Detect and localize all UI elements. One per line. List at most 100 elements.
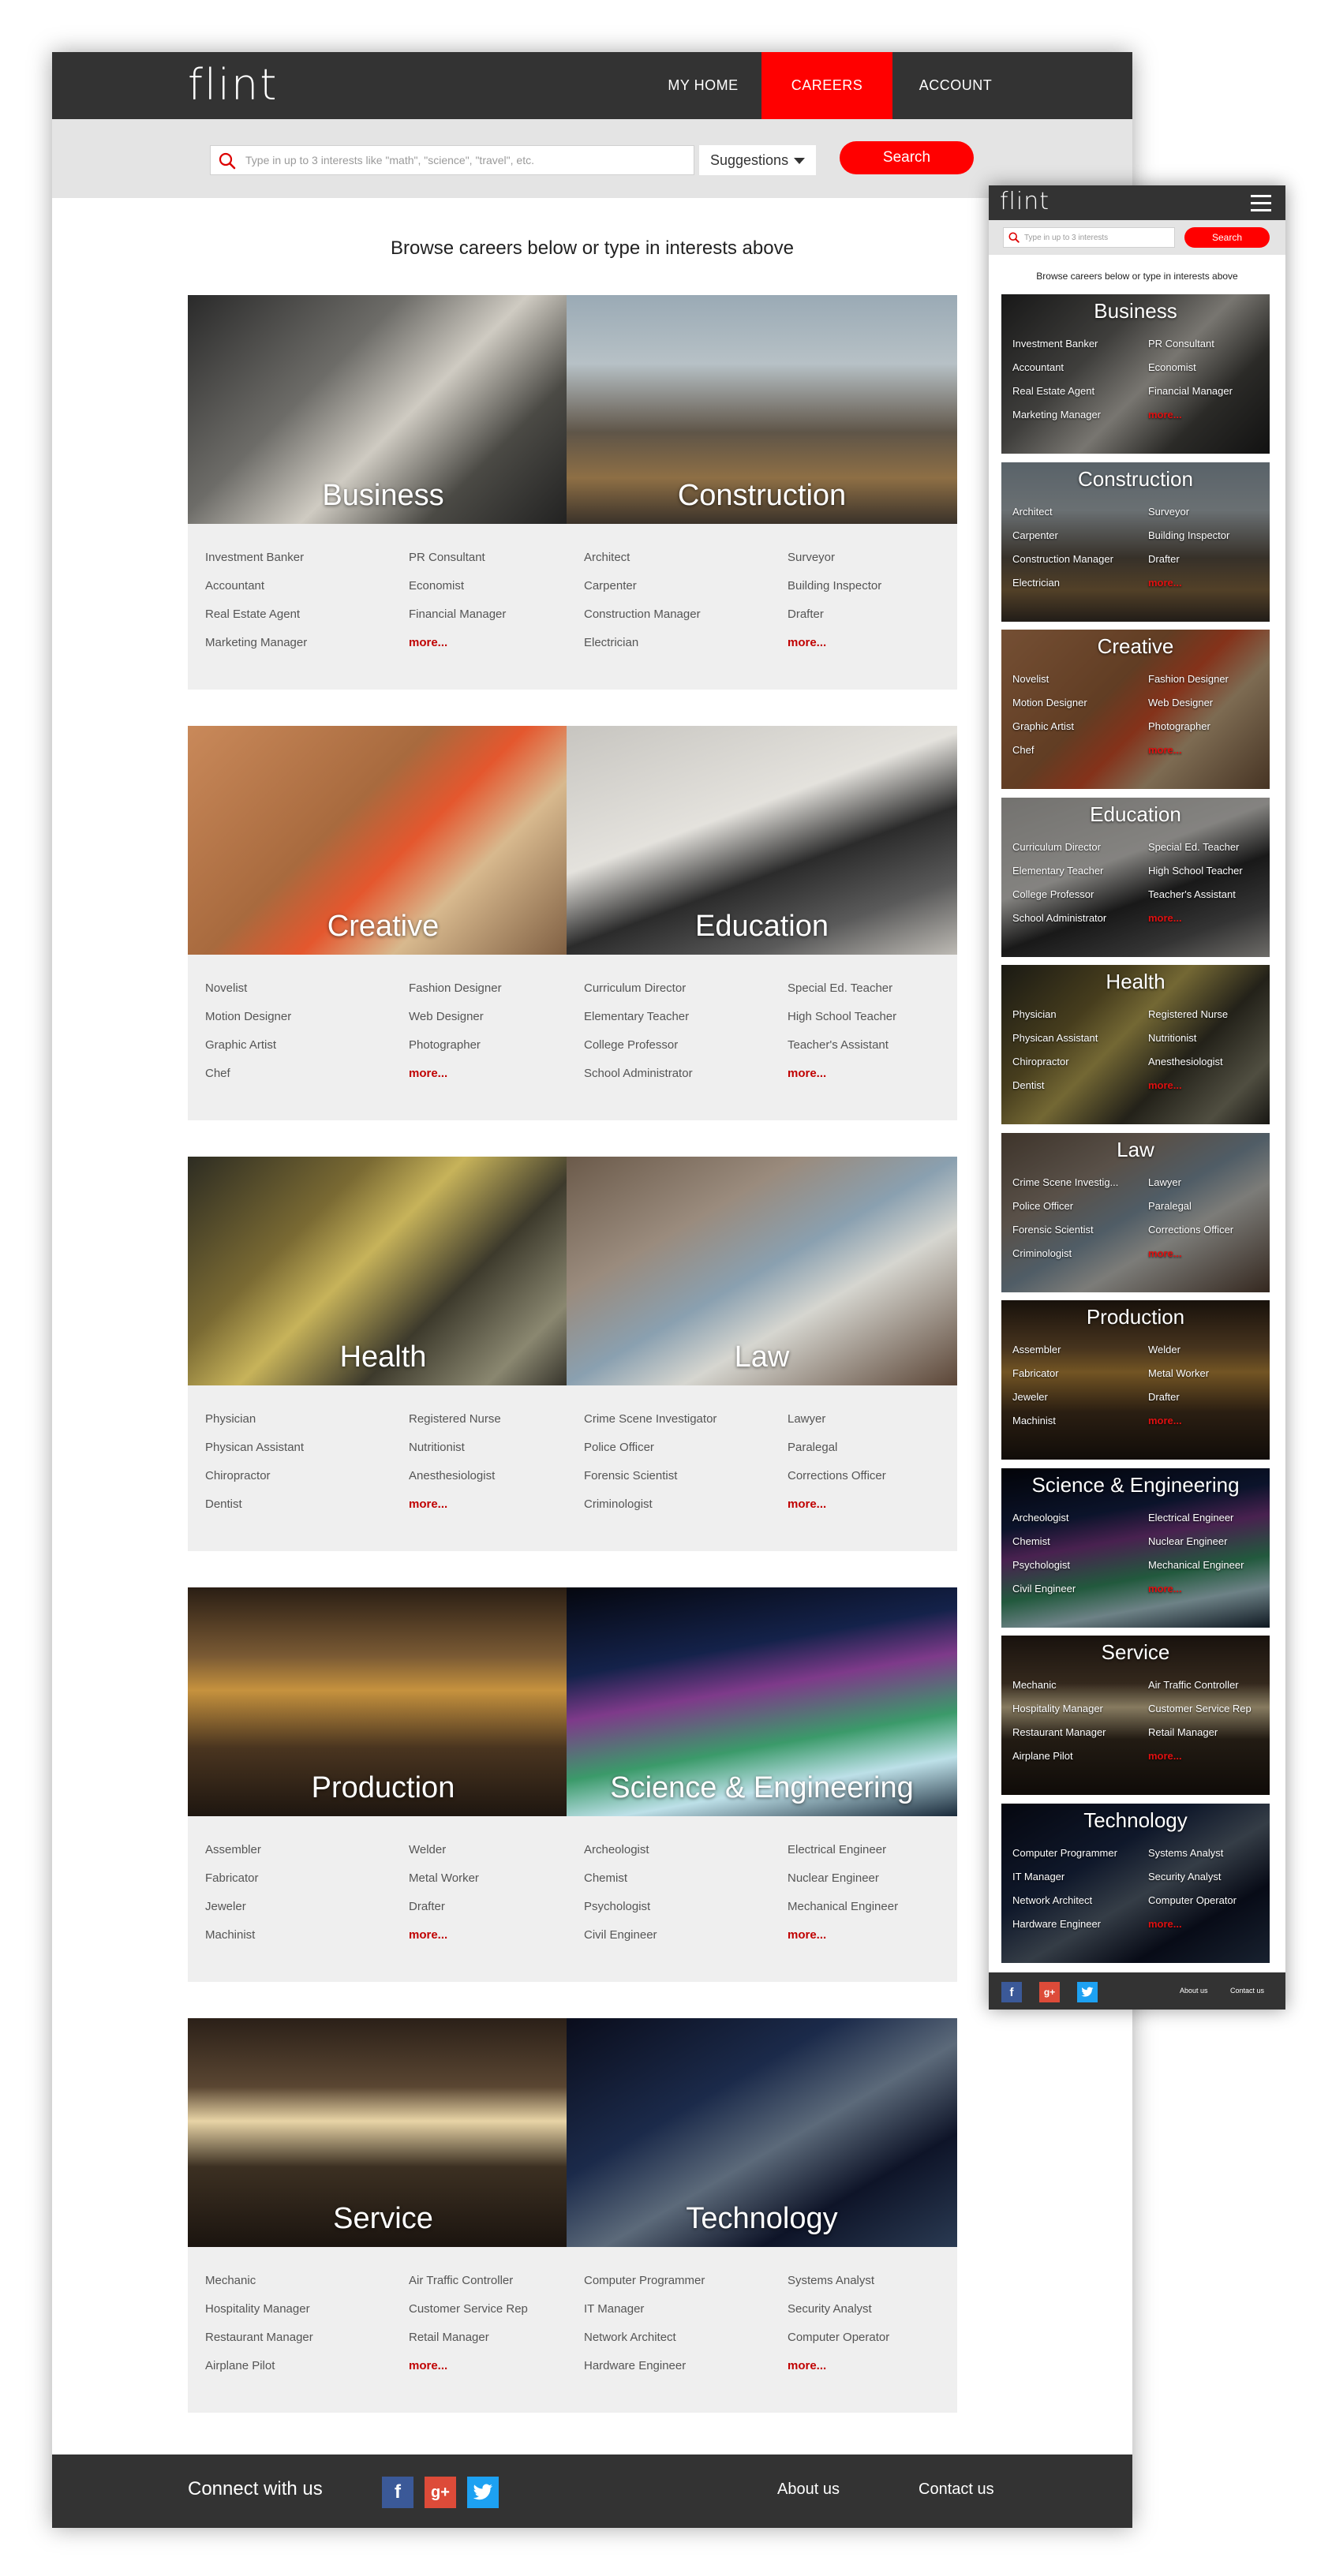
career-link[interactable]: Construction Manager	[584, 608, 701, 636]
career-link[interactable]: Drafter	[788, 608, 881, 636]
career-link[interactable]: Elementary Teacher	[584, 1010, 693, 1038]
career-link[interactable]: PR Consultant	[1148, 338, 1233, 362]
search-field[interactable]	[210, 145, 694, 175]
career-link[interactable]: Air Traffic Controller	[1148, 1680, 1252, 1703]
career-link[interactable]: Archeologist	[1012, 1512, 1076, 1536]
more-link[interactable]: more...	[1148, 1583, 1244, 1607]
about-us-link[interactable]: About us	[777, 2481, 840, 2499]
career-link[interactable]: Graphic Artist	[1012, 721, 1087, 745]
more-link[interactable]: more...	[788, 636, 881, 664]
career-link[interactable]: Special Ed. Teacher	[1148, 842, 1243, 866]
career-card-education[interactable]: Education Curriculum Director Elementary …	[567, 726, 957, 1120]
career-card-health[interactable]: Health Physician Physican Assistant Chirop…	[188, 1157, 578, 1551]
career-link[interactable]: Teacher's Assistant	[788, 1038, 896, 1067]
career-link[interactable]: Forensic Scientist	[584, 1469, 717, 1497]
career-link[interactable]: Novelist	[1012, 674, 1087, 697]
more-link[interactable]: more...	[1148, 1919, 1237, 1942]
mobile-career-title[interactable]: Law	[1001, 1138, 1270, 1162]
career-link[interactable]: Psychologist	[1012, 1560, 1076, 1583]
career-link[interactable]: Welder	[409, 1843, 479, 1871]
career-link[interactable]: Construction Manager	[1012, 554, 1113, 578]
career-card-science-and-engineering[interactable]: Science & Engineering Archeologist Chemis…	[567, 1587, 957, 1982]
career-card-business[interactable]: Business Investment Banker Accountant Real…	[188, 295, 578, 690]
more-link[interactable]: more...	[1148, 578, 1229, 601]
career-link[interactable]: Photographer	[1148, 721, 1229, 745]
more-link[interactable]: more...	[1148, 409, 1233, 433]
career-card-service[interactable]: Service Mechanic Hospitality Manager Resta…	[188, 2018, 578, 2413]
nav-account[interactable]: ACCOUNT	[892, 52, 1019, 119]
career-title[interactable]: Production	[188, 1771, 578, 1805]
career-link[interactable]: Lawyer	[788, 1412, 886, 1441]
career-link[interactable]: School Administrator	[1012, 913, 1106, 937]
mobile-career-title[interactable]: Production	[1001, 1305, 1270, 1329]
career-link[interactable]: Registered Nurse	[1148, 1009, 1228, 1033]
career-link[interactable]: Computer Operator	[1148, 1895, 1237, 1919]
career-link[interactable]: Dentist	[205, 1497, 304, 1526]
career-link[interactable]: Electrician	[584, 636, 701, 664]
mobile-career-card-construction[interactable]: Construction Architect Carpenter Construct…	[1001, 462, 1270, 622]
career-link[interactable]: Economist	[409, 579, 506, 608]
twitter-icon[interactable]	[1077, 1982, 1098, 2002]
more-link[interactable]: more...	[788, 1067, 896, 1095]
twitter-icon[interactable]	[467, 2477, 499, 2508]
career-image-business[interactable]: Business	[188, 295, 578, 524]
career-link[interactable]: Dentist	[1012, 1080, 1098, 1104]
career-link[interactable]: Systems Analyst	[1148, 1848, 1237, 1871]
career-card-production[interactable]: Production Assembler Fabricator Jeweler Mac…	[188, 1587, 578, 1982]
career-link[interactable]: Restaurant Manager	[1012, 1727, 1106, 1751]
career-link[interactable]: Computer Programmer	[584, 2274, 705, 2302]
career-link[interactable]: Physican Assistant	[1012, 1033, 1098, 1056]
career-link[interactable]: Motion Designer	[1012, 697, 1087, 721]
career-link[interactable]: Accountant	[1012, 362, 1101, 386]
career-link[interactable]: Fashion Designer	[409, 981, 502, 1010]
career-link[interactable]: Building Inspector	[1148, 530, 1229, 554]
contact-us-link[interactable]: Contact us	[919, 2481, 994, 2499]
career-link[interactable]: Nutritionist	[409, 1441, 501, 1469]
google-plus-icon[interactable]: g+	[425, 2477, 456, 2508]
career-image-technology[interactable]: Technology	[567, 2018, 957, 2247]
career-link[interactable]: Nuclear Engineer	[1148, 1536, 1244, 1560]
career-link[interactable]: Restaurant Manager	[205, 2331, 313, 2359]
career-link[interactable]: Architect	[584, 551, 701, 579]
suggestions-dropdown[interactable]: Suggestions	[699, 145, 816, 175]
career-link[interactable]: Crime Scene Investigator	[584, 1412, 717, 1441]
career-link[interactable]: Web Designer	[409, 1010, 502, 1038]
mobile-career-card-business[interactable]: Business Investment Banker Accountant Real…	[1001, 294, 1270, 454]
hamburger-menu-icon[interactable]	[1251, 195, 1271, 211]
career-link[interactable]: Economist	[1148, 362, 1233, 386]
career-link[interactable]: Drafter	[1148, 554, 1229, 578]
more-link[interactable]: more...	[409, 636, 506, 664]
career-link[interactable]: Retail Manager	[409, 2331, 528, 2359]
career-link[interactable]: Paralegal	[1148, 1201, 1233, 1224]
career-link[interactable]: Drafter	[409, 1900, 479, 1928]
career-link[interactable]: College Professor	[1012, 889, 1106, 913]
more-link[interactable]: more...	[409, 1067, 502, 1095]
career-link[interactable]: School Administrator	[584, 1067, 693, 1095]
career-link[interactable]: Corrections Officer	[1148, 1224, 1233, 1248]
more-link[interactable]: more...	[1148, 1415, 1209, 1439]
career-title[interactable]: Business	[188, 479, 578, 513]
career-link[interactable]: Fabricator	[205, 1871, 261, 1900]
mobile-career-card-technology[interactable]: Technology Computer Programmer IT Manager…	[1001, 1804, 1270, 1963]
career-link[interactable]: Surveyor	[1148, 507, 1229, 530]
career-link[interactable]: Electrical Engineer	[1148, 1512, 1244, 1536]
career-link[interactable]: Curriculum Director	[584, 981, 693, 1010]
career-link[interactable]: Paralegal	[788, 1441, 886, 1469]
mobile-contact-us-link[interactable]: Contact us	[1230, 1987, 1264, 1995]
career-link[interactable]: Customer Service Rep	[1148, 1703, 1252, 1727]
career-image-education[interactable]: Education	[567, 726, 957, 955]
career-link[interactable]: Marketing Manager	[1012, 409, 1101, 433]
nav-my-home[interactable]: MY HOME	[644, 52, 762, 119]
career-title[interactable]: Health	[188, 1340, 578, 1374]
career-link[interactable]: Physician	[205, 1412, 304, 1441]
career-link[interactable]: Hospitality Manager	[205, 2302, 313, 2331]
career-link[interactable]: Architect	[1012, 507, 1113, 530]
career-link[interactable]: Airplane Pilot	[1012, 1751, 1106, 1774]
google-plus-icon[interactable]: g+	[1039, 1982, 1060, 2002]
mobile-career-card-service[interactable]: Service Mechanic Hospitality Manager Resta…	[1001, 1636, 1270, 1795]
career-link[interactable]: Security Analyst	[788, 2302, 889, 2331]
career-link[interactable]: Civil Engineer	[1012, 1583, 1076, 1607]
mobile-career-title[interactable]: Business	[1001, 299, 1270, 323]
career-link[interactable]: Systems Analyst	[788, 2274, 889, 2302]
mobile-career-card-health[interactable]: Health Physician Physican Assistant Chirop…	[1001, 965, 1270, 1124]
